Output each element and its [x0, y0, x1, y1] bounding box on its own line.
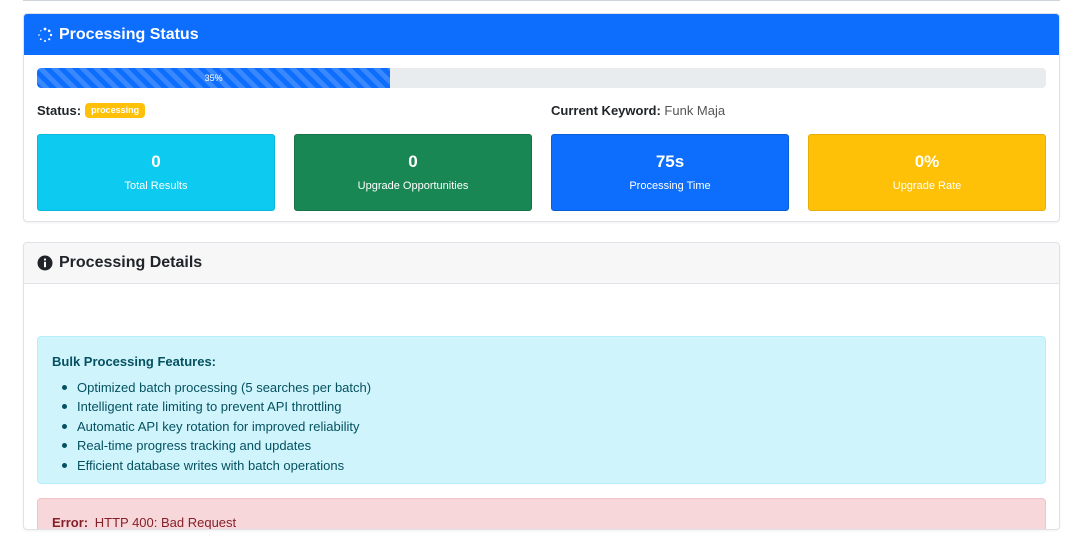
processing-status-header: Processing Status	[24, 14, 1059, 55]
keyword-value: Funk Maja	[664, 103, 726, 118]
stat-value: 0	[408, 152, 418, 171]
stat-label: Upgrade Opportunities	[357, 180, 469, 192]
list-item: Automatic API key rotation for improved …	[62, 417, 1031, 436]
processing-details-header: Processing Details	[24, 243, 1059, 284]
top-divider	[23, 0, 1060, 1]
list-item: Real-time progress tracking and updates	[62, 436, 1031, 455]
processing-status-card: Processing Status 35% Status: processing…	[23, 13, 1060, 222]
progress-track: 35%	[37, 68, 1046, 88]
stat-total-results: 0 Total Results	[37, 134, 275, 211]
processing-details-card: Processing Details Bulk Processing Featu…	[23, 242, 1060, 530]
stat-upgrade-opportunities: 0 Upgrade Opportunities	[294, 134, 532, 211]
list-item: Intelligent rate limiting to prevent API…	[62, 397, 1031, 416]
features-title: Bulk Processing Features:	[52, 354, 216, 369]
error-label: Error:	[52, 515, 89, 530]
stat-label: Processing Time	[629, 180, 711, 192]
stat-value: 0	[151, 152, 161, 171]
stat-upgrade-rate: 0% Upgrade Rate	[808, 134, 1046, 211]
progress-label: 35%	[204, 73, 223, 83]
stat-processing-time: 75s Processing Time	[551, 134, 789, 211]
stat-label: Upgrade Rate	[892, 180, 962, 192]
keyword-label: Current Keyword:	[551, 103, 661, 118]
features-info-box: Bulk Processing Features: Optimized batc…	[37, 336, 1046, 484]
status-row: Status: processing	[37, 103, 146, 118]
status-badge: processing	[85, 103, 146, 118]
features-list: Optimized batch processing (5 searches p…	[52, 378, 1031, 475]
current-keyword-row: Current Keyword: Funk Maja	[551, 103, 725, 118]
processing-details-title: Processing Details	[59, 254, 203, 271]
error-message: HTTP 400: Bad Request	[94, 515, 237, 530]
info-circle-icon	[37, 255, 53, 271]
processing-status-title: Processing Status	[59, 25, 199, 43]
stat-value: 75s	[655, 152, 685, 171]
list-item: Optimized batch processing (5 searches p…	[62, 378, 1031, 397]
status-label: Status:	[37, 103, 82, 118]
stat-value: 0%	[914, 152, 940, 171]
error-alert: Error: HTTP 400: Bad Request	[37, 498, 1046, 530]
stat-label: Total Results	[124, 180, 188, 192]
list-item: Efficient database writes with batch ope…	[62, 456, 1031, 475]
spinner-icon	[37, 27, 53, 43]
progress-bar: 35%	[37, 68, 391, 88]
